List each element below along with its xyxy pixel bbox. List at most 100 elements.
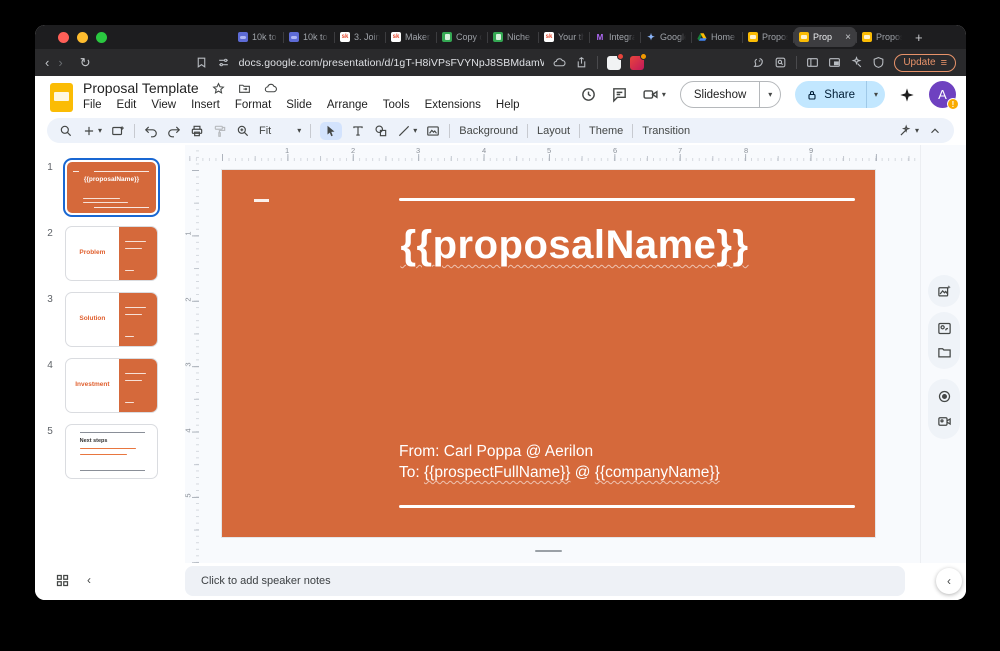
menu-slide[interactable]: Slide bbox=[286, 99, 312, 111]
layout-button[interactable]: Layout bbox=[537, 125, 570, 137]
shapes-icon[interactable] bbox=[374, 124, 388, 138]
notes-resize-handle[interactable] bbox=[535, 550, 562, 552]
tab-copy-of[interactable]: Copy of bbox=[437, 27, 487, 47]
menu-view[interactable]: View bbox=[151, 99, 176, 111]
share-page-icon[interactable] bbox=[575, 56, 588, 69]
slideshow-dropdown[interactable]: ▾ bbox=[759, 82, 780, 107]
tab-your-thir[interactable]: Your thir bbox=[539, 27, 589, 47]
slide-fromto-text[interactable]: From: Carl Poppa @ Aerilon To: {{prospec… bbox=[399, 441, 720, 483]
tab-google[interactable]: Google C bbox=[641, 27, 691, 47]
insert-image-icon[interactable] bbox=[426, 124, 440, 138]
sidebar-toggle-icon[interactable] bbox=[806, 56, 819, 69]
slide-bottom-line[interactable] bbox=[399, 505, 855, 508]
move-to-folder-icon[interactable] bbox=[238, 82, 251, 95]
slides-logo-icon[interactable] bbox=[50, 83, 73, 112]
menu-arrange[interactable]: Arrange bbox=[327, 99, 368, 111]
close-tab-icon[interactable]: × bbox=[845, 32, 851, 43]
url-text[interactable]: docs.google.com/presentation/d/1gT-H8iVP… bbox=[239, 57, 545, 69]
chevron-down-icon[interactable]: ▾ bbox=[662, 90, 666, 99]
gemini-spark-icon[interactable] bbox=[899, 87, 915, 103]
share-button[interactable]: Share bbox=[795, 81, 866, 108]
slideshow-button[interactable]: Slideshow bbox=[681, 82, 759, 107]
site-settings-icon[interactable] bbox=[217, 56, 230, 69]
meet-camera-icon[interactable] bbox=[642, 86, 659, 103]
menu-extensions[interactable]: Extensions bbox=[425, 99, 481, 111]
menu-edit[interactable]: Edit bbox=[117, 99, 137, 111]
star-icon[interactable] bbox=[212, 82, 225, 95]
background-button[interactable]: Background bbox=[459, 125, 518, 137]
theme-button[interactable]: Theme bbox=[589, 125, 623, 137]
speaker-notes-input[interactable]: Click to add speaker notes bbox=[185, 566, 905, 596]
bookmark-icon[interactable] bbox=[195, 56, 208, 69]
zoom-icon[interactable] bbox=[236, 124, 250, 138]
squirrel-extension-icon[interactable] bbox=[752, 56, 765, 69]
slide-title-text[interactable]: {{proposalName}} bbox=[282, 223, 867, 268]
new-slide-icon[interactable] bbox=[111, 124, 125, 138]
version-history-icon[interactable] bbox=[580, 86, 597, 103]
document-title[interactable]: Proposal Template bbox=[83, 80, 199, 96]
share-dropdown[interactable]: ▾ bbox=[866, 81, 885, 108]
grid-view-icon[interactable] bbox=[55, 573, 70, 588]
tab-10k-2[interactable]: 10k to $1 bbox=[284, 27, 334, 47]
slide-thumbnail-2[interactable]: Problem bbox=[65, 226, 158, 281]
menu-help[interactable]: Help bbox=[496, 99, 520, 111]
tab-proposal-active[interactable]: Prop× bbox=[794, 27, 856, 47]
image-spark-icon[interactable] bbox=[937, 284, 952, 299]
menu-tools[interactable]: Tools bbox=[383, 99, 410, 111]
back-button[interactable]: ‹ bbox=[45, 56, 49, 69]
tab-niche[interactable]: Niche Di bbox=[488, 27, 538, 47]
line-tool[interactable]: ▾ bbox=[397, 124, 417, 138]
privacy-shield-icon[interactable] bbox=[872, 56, 885, 69]
add-button[interactable]: ▾ bbox=[82, 124, 102, 138]
slide-thumbnail-3[interactable]: Solution bbox=[65, 292, 158, 347]
select-tool[interactable] bbox=[320, 122, 342, 140]
search-icon[interactable] bbox=[59, 124, 73, 138]
new-tab-button[interactable]: + bbox=[915, 30, 923, 45]
tab-integration[interactable]: Integratio bbox=[590, 27, 640, 47]
tab-10k-1[interactable]: 10k to $1 bbox=[233, 27, 283, 47]
comments-icon[interactable] bbox=[611, 86, 628, 103]
extension-icon[interactable] bbox=[607, 56, 621, 70]
photos-icon[interactable] bbox=[937, 321, 952, 336]
offline-status-icon[interactable] bbox=[553, 56, 566, 69]
pointer-mode-button[interactable]: ▾ bbox=[898, 124, 919, 138]
slide-thumbnail-5[interactable]: Next steps bbox=[65, 424, 158, 479]
text-box-icon[interactable] bbox=[351, 124, 365, 138]
tab-maker[interactable]: Maker Sc bbox=[386, 27, 436, 47]
redo-icon[interactable] bbox=[167, 124, 181, 138]
slide-editor-surface[interactable]: {{proposalName}} From: Carl Poppa @ Aeri… bbox=[222, 170, 875, 537]
transition-button[interactable]: Transition bbox=[642, 125, 690, 137]
tab-proposal-2[interactable]: Proposal bbox=[857, 27, 907, 47]
avatar[interactable]: A! bbox=[929, 81, 956, 108]
picture-in-picture-icon[interactable] bbox=[828, 56, 841, 69]
collapse-filmstrip-icon[interactable]: ‹ bbox=[87, 573, 91, 587]
expand-panel-button[interactable]: ‹ bbox=[936, 568, 962, 594]
slide-thumbnail-1[interactable]: {{proposalName}} bbox=[65, 160, 158, 215]
record-icon[interactable] bbox=[937, 389, 952, 404]
cloud-status-icon[interactable] bbox=[264, 82, 277, 95]
video-record-icon[interactable] bbox=[937, 414, 952, 429]
reload-button[interactable]: ↻ bbox=[80, 56, 91, 69]
folder-icon[interactable] bbox=[937, 345, 952, 360]
slide-small-dash[interactable] bbox=[254, 199, 269, 202]
tab-home-drive[interactable]: Home - G bbox=[692, 27, 742, 47]
paint-format-icon[interactable] bbox=[213, 124, 227, 138]
update-button[interactable]: Update≡ bbox=[894, 54, 956, 72]
minimize-window-button[interactable] bbox=[77, 32, 88, 43]
cursor-spark-icon[interactable] bbox=[850, 56, 863, 69]
search-tabs-icon[interactable] bbox=[774, 56, 787, 69]
collapse-toolbar-icon[interactable] bbox=[928, 124, 942, 138]
close-window-button[interactable] bbox=[58, 32, 69, 43]
print-icon[interactable] bbox=[190, 124, 204, 138]
undo-icon[interactable] bbox=[144, 124, 158, 138]
menu-insert[interactable]: Insert bbox=[191, 99, 220, 111]
tab-join[interactable]: 3. Join 3 bbox=[335, 27, 385, 47]
slide-thumbnail-4[interactable]: Investment bbox=[65, 358, 158, 413]
menu-format[interactable]: Format bbox=[235, 99, 271, 111]
menu-file[interactable]: File bbox=[83, 99, 102, 111]
slide-top-line[interactable] bbox=[399, 198, 855, 201]
extension-icon[interactable] bbox=[630, 56, 644, 70]
tab-proposal-1[interactable]: Proposal bbox=[743, 27, 793, 47]
forward-button[interactable]: › bbox=[58, 56, 62, 69]
zoom-fit-select[interactable]: Fit▾ bbox=[259, 125, 301, 137]
